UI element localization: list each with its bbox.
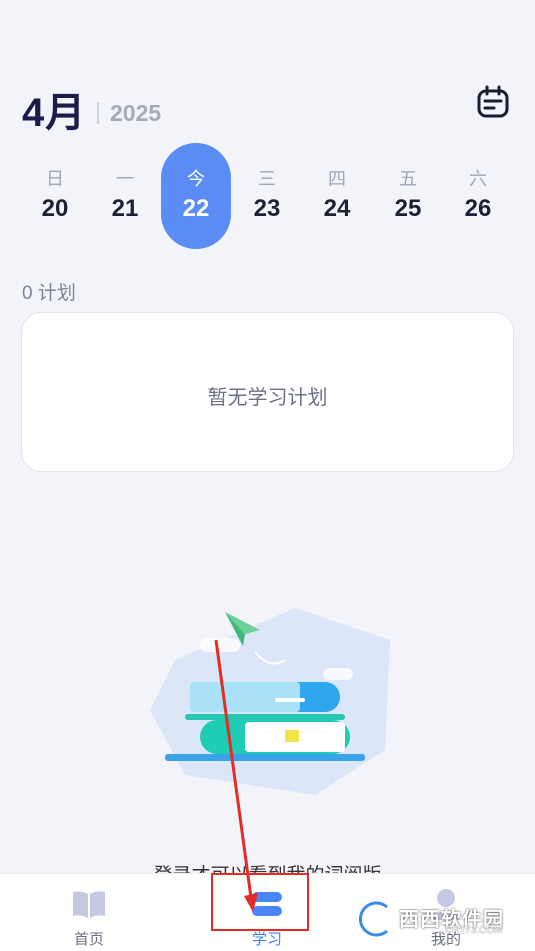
header-divider [97, 102, 99, 124]
annotation-highlight-box [211, 873, 309, 931]
day-number: 26 [464, 195, 492, 222]
day-number: 21 [111, 195, 139, 222]
tab-study-label: 学习 [251, 931, 282, 948]
calendar-header: 4月 2025 [22, 78, 513, 135]
weekday-label: 三 [258, 169, 276, 189]
day-cell-today[interactable]: 今 22 [161, 143, 231, 249]
weekday-label: 日 [46, 169, 64, 189]
tab-home-label: 首页 [73, 931, 104, 948]
day-number: 22 [182, 195, 210, 222]
day-cell[interactable]: 四 24 [302, 143, 372, 249]
watermark-logo: 西西软件园 CR173.COM [353, 899, 523, 939]
weekday-label: 一 [116, 169, 134, 189]
day-number: 20 [41, 195, 69, 222]
day-cell[interactable]: 五 25 [373, 143, 443, 249]
day-number: 24 [323, 195, 351, 222]
week-strip: 日 20 一 21 今 22 三 23 四 24 五 25 六 26 [20, 143, 515, 249]
day-number: 25 [394, 195, 422, 222]
empty-plan-text: 暂无学习计划 [207, 387, 328, 409]
day-number: 23 [253, 195, 281, 222]
weekday-label: 五 [399, 169, 417, 189]
day-cell[interactable]: 六 26 [443, 143, 513, 249]
day-cell[interactable]: 三 23 [232, 143, 302, 249]
year-label: 2025 [110, 100, 162, 126]
books-illustration [150, 608, 390, 795]
watermark-sub: CR173.COM [445, 925, 503, 936]
watermark-logo-icon [357, 900, 389, 938]
book-icon [73, 891, 105, 918]
empty-plan-card: 暂无学习计划 [21, 312, 514, 472]
day-cell[interactable]: 日 20 [20, 143, 90, 249]
weekday-label: 六 [469, 169, 487, 189]
calendar-icon[interactable] [475, 84, 511, 120]
month-label: 4月 [22, 91, 87, 135]
plan-count-label: 0 计划 [22, 283, 76, 304]
weekday-label: 四 [328, 169, 346, 189]
day-cell[interactable]: 一 21 [90, 143, 160, 249]
weekday-label: 今 [187, 169, 205, 189]
tab-home[interactable]: 首页 [29, 874, 149, 951]
